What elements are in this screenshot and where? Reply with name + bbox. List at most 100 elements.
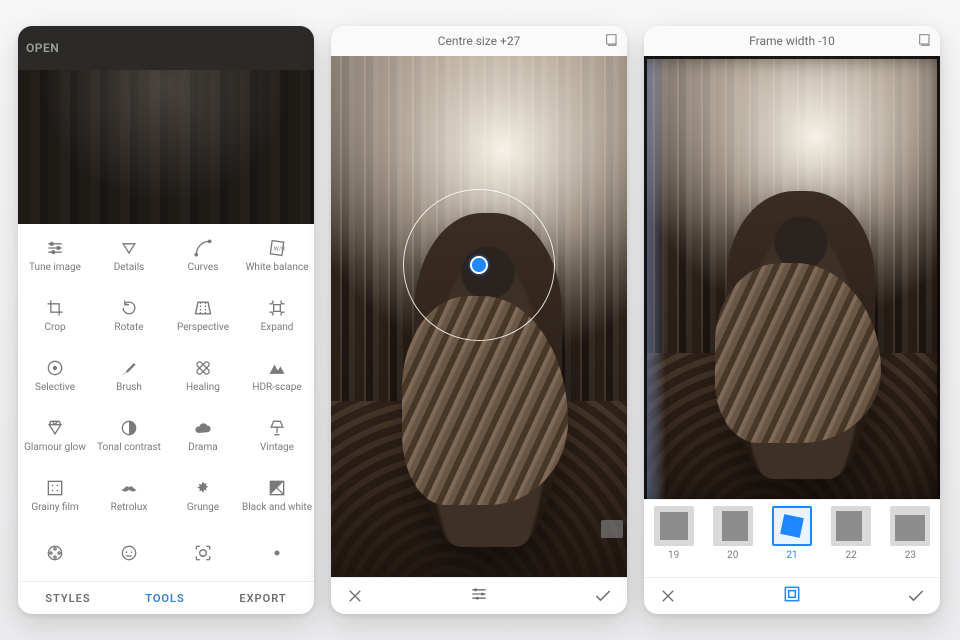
param-readout: Frame width -10 xyxy=(644,26,940,57)
tool-label: Black and white xyxy=(242,503,312,514)
frame-thumb-preview xyxy=(772,506,812,546)
frame-thumb-20[interactable]: 20 xyxy=(713,506,753,561)
tool-perspective[interactable]: Perspective xyxy=(166,284,240,344)
tool-hdr-scape[interactable]: HDR-scape xyxy=(240,344,314,404)
curves-icon xyxy=(192,237,214,259)
tool-drama[interactable]: Drama xyxy=(166,404,240,464)
tool-rotate[interactable]: Rotate xyxy=(92,284,166,344)
vignette-center-handle[interactable] xyxy=(470,256,488,274)
half-circle-icon xyxy=(118,417,140,439)
triangle-down-icon xyxy=(118,237,140,259)
tool-curves[interactable]: Curves xyxy=(166,224,240,284)
tool-crop[interactable]: Crop xyxy=(18,284,92,344)
photo-canvas[interactable] xyxy=(644,56,940,506)
photo-canvas[interactable] xyxy=(331,56,627,578)
frame-thumb-label: 21 xyxy=(786,550,797,561)
lamp-icon xyxy=(266,417,288,439)
tool-grainy-film[interactable]: Grainy film xyxy=(18,464,92,524)
bandage-icon xyxy=(192,357,214,379)
editor-bottom-bar xyxy=(644,577,940,614)
tool-label: Grainy film xyxy=(31,503,78,514)
tool-healing[interactable]: Healing xyxy=(166,344,240,404)
vignette-center-ring[interactable] xyxy=(403,189,555,341)
tools-grid: Tune image Details CurvesW/BWhite balance C… xyxy=(18,224,314,582)
tool-face-enhance[interactable] xyxy=(166,524,240,582)
svg-text:W/B: W/B xyxy=(274,246,286,252)
param-readout-text: Frame width -10 xyxy=(749,34,835,48)
cloud-icon xyxy=(192,417,214,439)
frames-tool-icon[interactable] xyxy=(782,584,802,608)
expand-icon xyxy=(266,297,288,319)
tool-label: Retrolux xyxy=(111,503,148,514)
bw-square-icon xyxy=(266,477,288,499)
tool-portrait[interactable] xyxy=(92,524,166,582)
compare-icon[interactable] xyxy=(603,31,621,49)
tool-label: Rotate xyxy=(114,323,143,334)
tool-label: Glamour glow xyxy=(24,443,86,454)
app-topbar: OPEN xyxy=(18,26,314,70)
mountains-icon xyxy=(266,357,288,379)
frame-thumb-label: 19 xyxy=(668,550,679,561)
tab-export[interactable]: EXPORT xyxy=(239,592,286,605)
tool-label: Brush xyxy=(116,383,142,394)
tool-black-and-white[interactable]: Black and white xyxy=(240,464,314,524)
editor-preview-dimmed: OPEN xyxy=(18,26,314,224)
apply-button[interactable] xyxy=(902,582,930,610)
compare-icon[interactable] xyxy=(916,31,934,49)
cancel-button[interactable] xyxy=(341,582,369,610)
apply-button[interactable] xyxy=(589,582,617,610)
tool-lens-blur[interactable] xyxy=(240,524,314,582)
face-box-icon xyxy=(192,542,214,564)
tool-selective[interactable]: Selective xyxy=(18,344,92,404)
tool-label: Details xyxy=(114,263,145,274)
tool-label: HDR-scape xyxy=(252,383,301,394)
cancel-button[interactable] xyxy=(654,582,682,610)
brush-icon xyxy=(118,357,140,379)
frame-thumb-21[interactable]: 21 xyxy=(772,506,812,561)
tool-label: Healing xyxy=(186,383,220,394)
sliders-icon xyxy=(44,237,66,259)
tool-label: Perspective xyxy=(177,323,229,334)
frame-thumb-preview xyxy=(713,506,753,546)
adjust-sliders-icon[interactable] xyxy=(469,584,489,608)
diamond-icon xyxy=(44,417,66,439)
phone-vignette-editor: Centre size +27 xyxy=(331,26,627,614)
tool-glamour-glow[interactable]: Glamour glow xyxy=(18,404,92,464)
tool-grunge[interactable]: Grunge xyxy=(166,464,240,524)
tool-white-balance[interactable]: W/BWhite balance xyxy=(240,224,314,284)
tool-brush[interactable]: Brush xyxy=(92,344,166,404)
tool-details[interactable]: Details xyxy=(92,224,166,284)
dimmed-photo xyxy=(18,70,314,224)
moustache-icon xyxy=(118,477,140,499)
reel-icon xyxy=(44,542,66,564)
tool-retrolux[interactable]: Retrolux xyxy=(92,464,166,524)
phone-frames-editor: Frame width -10 19 20 21 22 23 xyxy=(644,26,940,614)
film-dots-icon xyxy=(44,477,66,499)
tool-label: Grunge xyxy=(187,503,219,514)
frame-thumb-label: 23 xyxy=(905,550,916,561)
frame-thumb-preview xyxy=(890,506,930,546)
editor-bottom-bar xyxy=(331,577,627,614)
dot-icon xyxy=(266,542,288,564)
frame-thumb-label: 22 xyxy=(846,550,857,561)
tool-label: Tune image xyxy=(29,263,81,274)
wb-card-icon: W/B xyxy=(266,237,288,259)
tool-expand[interactable]: Expand xyxy=(240,284,314,344)
tool-tonal-contrast[interactable]: Tonal contrast xyxy=(92,404,166,464)
param-readout-text: Centre size +27 xyxy=(438,34,521,48)
tool-noir[interactable] xyxy=(18,524,92,582)
frame-thumb-23[interactable]: 23 xyxy=(890,506,930,561)
tool-label: Tonal contrast xyxy=(97,443,161,454)
tool-label: Crop xyxy=(44,323,65,334)
tab-tools[interactable]: TOOLS xyxy=(145,592,184,605)
open-button[interactable]: OPEN xyxy=(26,41,59,55)
tool-label: Expand xyxy=(261,323,294,334)
tool-vintage[interactable]: Vintage xyxy=(240,404,314,464)
tab-styles[interactable]: STYLES xyxy=(45,592,90,605)
frame-light-leak xyxy=(644,56,666,506)
frame-thumbnails: 19 20 21 22 23 xyxy=(644,499,940,578)
frame-thumb-19[interactable]: 19 xyxy=(654,506,694,561)
frame-thumb-22[interactable]: 22 xyxy=(831,506,871,561)
tool-tune-image[interactable]: Tune image xyxy=(18,224,92,284)
histogram-icon[interactable] xyxy=(601,520,623,538)
